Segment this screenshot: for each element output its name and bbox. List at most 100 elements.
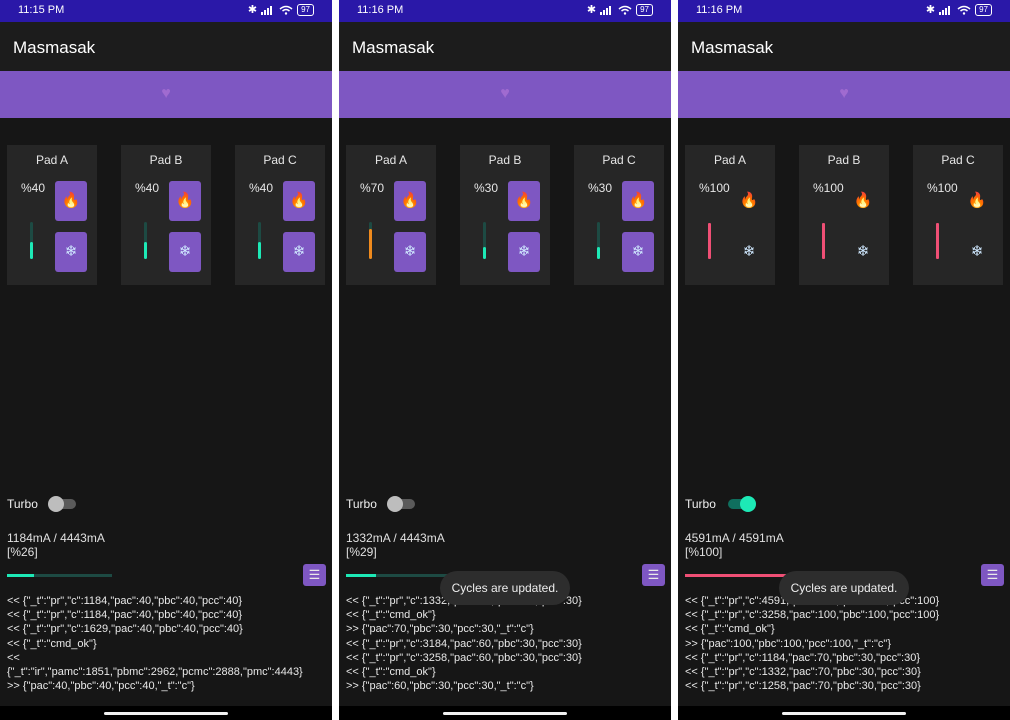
status-icons: ✱ 97 bbox=[248, 3, 314, 16]
log-line: << {"_t":"pr","c":1258,"pac":70,"pbc":30… bbox=[685, 680, 921, 693]
log-line: << {"_t":"pr","c":3184,"pac":60,"pbc":30… bbox=[346, 637, 582, 650]
heat-button[interactable]: 🔥 bbox=[622, 181, 654, 221]
pad-card-b: Pad B %30 🔥 ❄ bbox=[460, 145, 550, 285]
pad-percent: %100 bbox=[927, 181, 958, 195]
cool-button[interactable]: ❄ bbox=[733, 232, 765, 272]
percent-readout: [%26] bbox=[7, 545, 38, 559]
cool-button[interactable]: ❄ bbox=[622, 232, 654, 272]
log-line: >> {"pac":70,"pbc":30,"pcc":30,"_t":"c"} bbox=[346, 623, 534, 636]
pad-card-c: Pad C %30 🔥 ❄ bbox=[574, 145, 664, 285]
document-icon: ☰ bbox=[308, 567, 321, 582]
heat-button[interactable]: 🔥 bbox=[508, 181, 540, 221]
navigation-bar bbox=[339, 706, 671, 720]
heat-button[interactable]: 🔥 bbox=[169, 181, 201, 221]
turbo-switch[interactable] bbox=[726, 496, 756, 512]
cool-button[interactable]: ❄ bbox=[283, 232, 315, 272]
log-button[interactable]: ☰ bbox=[303, 564, 326, 586]
app-bar: Masmasak bbox=[678, 22, 1010, 72]
log-line: >> {"pac":40,"pbc":40,"pcc":40,"_t":"c"} bbox=[7, 680, 195, 693]
battery-indicator: 97 bbox=[297, 3, 314, 16]
status-bar: 11:16 PM ✱ 97 bbox=[678, 0, 1010, 22]
bluetooth-icon: ✱ bbox=[586, 4, 597, 16]
turbo-switch[interactable] bbox=[48, 496, 78, 512]
pad-level-bar bbox=[597, 222, 600, 259]
heat-button[interactable]: 🔥 bbox=[847, 181, 879, 221]
cool-button[interactable]: ❄ bbox=[55, 232, 87, 272]
pad-level-fill bbox=[708, 223, 711, 259]
cool-button[interactable]: ❄ bbox=[508, 232, 540, 272]
heat-button[interactable]: 🔥 bbox=[394, 181, 426, 221]
app-title: Masmasak bbox=[691, 38, 774, 57]
snowflake-icon: ❄ bbox=[631, 243, 645, 260]
navigation-bar bbox=[678, 706, 1010, 720]
snowflake-icon: ❄ bbox=[856, 243, 870, 260]
pad-level-bar bbox=[936, 223, 939, 259]
heat-button[interactable]: 🔥 bbox=[55, 181, 87, 221]
cool-button[interactable]: ❄ bbox=[169, 232, 201, 272]
pad-level-fill bbox=[483, 247, 486, 259]
pad-card-b: Pad B %100 🔥 ❄ bbox=[799, 145, 889, 285]
toast-message: Cycles are updated. bbox=[779, 571, 909, 605]
fire-icon: 🔥 bbox=[175, 192, 195, 209]
app-title: Masmasak bbox=[13, 38, 96, 57]
status-icons: ✱ 97 bbox=[587, 3, 653, 16]
heat-button[interactable]: 🔥 bbox=[283, 181, 315, 221]
fire-icon: 🔥 bbox=[61, 192, 81, 209]
log-line: << {"_t":"pr","c":3258,"pac":100,"pbc":1… bbox=[685, 609, 940, 622]
pad-title: Pad A bbox=[35, 153, 69, 167]
pad-percent: %30 bbox=[588, 181, 613, 195]
pad-percent: %100 bbox=[813, 181, 844, 195]
percent-readout: [%29] bbox=[346, 545, 377, 559]
current-readout: 4591mA / 4591mA bbox=[685, 531, 784, 545]
pad-level-fill bbox=[936, 223, 939, 259]
heat-button[interactable]: 🔥 bbox=[733, 181, 765, 221]
pad-title: Pad C bbox=[602, 153, 636, 167]
log-line: << {"_t":"pr","c":1184,"pac":40,"pbc":40… bbox=[7, 595, 243, 607]
current-readout: 1184mA / 4443mA bbox=[7, 531, 105, 545]
snowflake-icon: ❄ bbox=[742, 243, 756, 260]
cool-button[interactable]: ❄ bbox=[847, 232, 879, 272]
toast-message: Cycles are updated. bbox=[440, 571, 570, 605]
turbo-label: Turbo bbox=[7, 497, 38, 511]
log-line: >> {"pac":100,"pbc":100,"pcc":100,"_t":"… bbox=[685, 637, 892, 650]
heat-button[interactable]: 🔥 bbox=[961, 181, 993, 221]
banner: ♥ bbox=[339, 71, 671, 118]
log-line: << bbox=[7, 651, 20, 664]
fire-icon: 🔥 bbox=[739, 192, 759, 209]
pad-percent: %40 bbox=[135, 181, 160, 195]
home-indicator[interactable] bbox=[104, 712, 228, 715]
cool-button[interactable]: ❄ bbox=[394, 232, 426, 272]
turbo-switch[interactable] bbox=[387, 496, 417, 512]
banner: ♥ bbox=[678, 71, 1010, 118]
home-indicator[interactable] bbox=[782, 712, 906, 715]
cool-button[interactable]: ❄ bbox=[961, 232, 993, 272]
fire-icon: 🔥 bbox=[628, 192, 648, 209]
pad-card-c: Pad C %100 🔥 ❄ bbox=[913, 145, 1003, 285]
fire-icon: 🔥 bbox=[289, 192, 309, 209]
load-progress-fill bbox=[7, 574, 34, 577]
message-log: << {"_t":"pr","c":1184,"pac":40,"pbc":40… bbox=[7, 594, 327, 693]
pad-level-bar bbox=[708, 223, 711, 259]
snowflake-icon: ❄ bbox=[292, 243, 306, 260]
fire-icon: 🔥 bbox=[514, 192, 534, 209]
switch-thumb bbox=[48, 496, 64, 512]
home-indicator[interactable] bbox=[443, 712, 567, 715]
message-log: << {"_t":"pr","c":1332,"pac":60,"pbc":30… bbox=[346, 594, 666, 693]
log-button[interactable]: ☰ bbox=[981, 564, 1004, 586]
banner: ♥ bbox=[0, 71, 332, 118]
message-log: << {"_t":"pr","c":4591,"pac":100,"pbc":1… bbox=[685, 594, 1005, 693]
bluetooth-icon: ✱ bbox=[925, 4, 936, 16]
pad-level-fill bbox=[597, 247, 600, 259]
signal-icon bbox=[939, 5, 951, 15]
load-progress-fill bbox=[346, 574, 376, 577]
pad-card-a: Pad A %40 🔥 ❄ bbox=[7, 145, 97, 285]
pad-level-fill bbox=[369, 229, 372, 259]
battery-indicator: 97 bbox=[975, 3, 992, 16]
log-button[interactable]: ☰ bbox=[642, 564, 665, 586]
log-line: >> {"pac":60,"pbc":30,"pcc":30,"_t":"c"} bbox=[346, 680, 534, 693]
snowflake-icon: ❄ bbox=[517, 243, 531, 260]
fire-icon: 🔥 bbox=[853, 192, 873, 209]
log-line: << {"_t":"cmd_ok"} bbox=[685, 623, 775, 636]
load-progress-bar bbox=[685, 574, 790, 577]
heart-icon: ♥ bbox=[839, 85, 849, 102]
